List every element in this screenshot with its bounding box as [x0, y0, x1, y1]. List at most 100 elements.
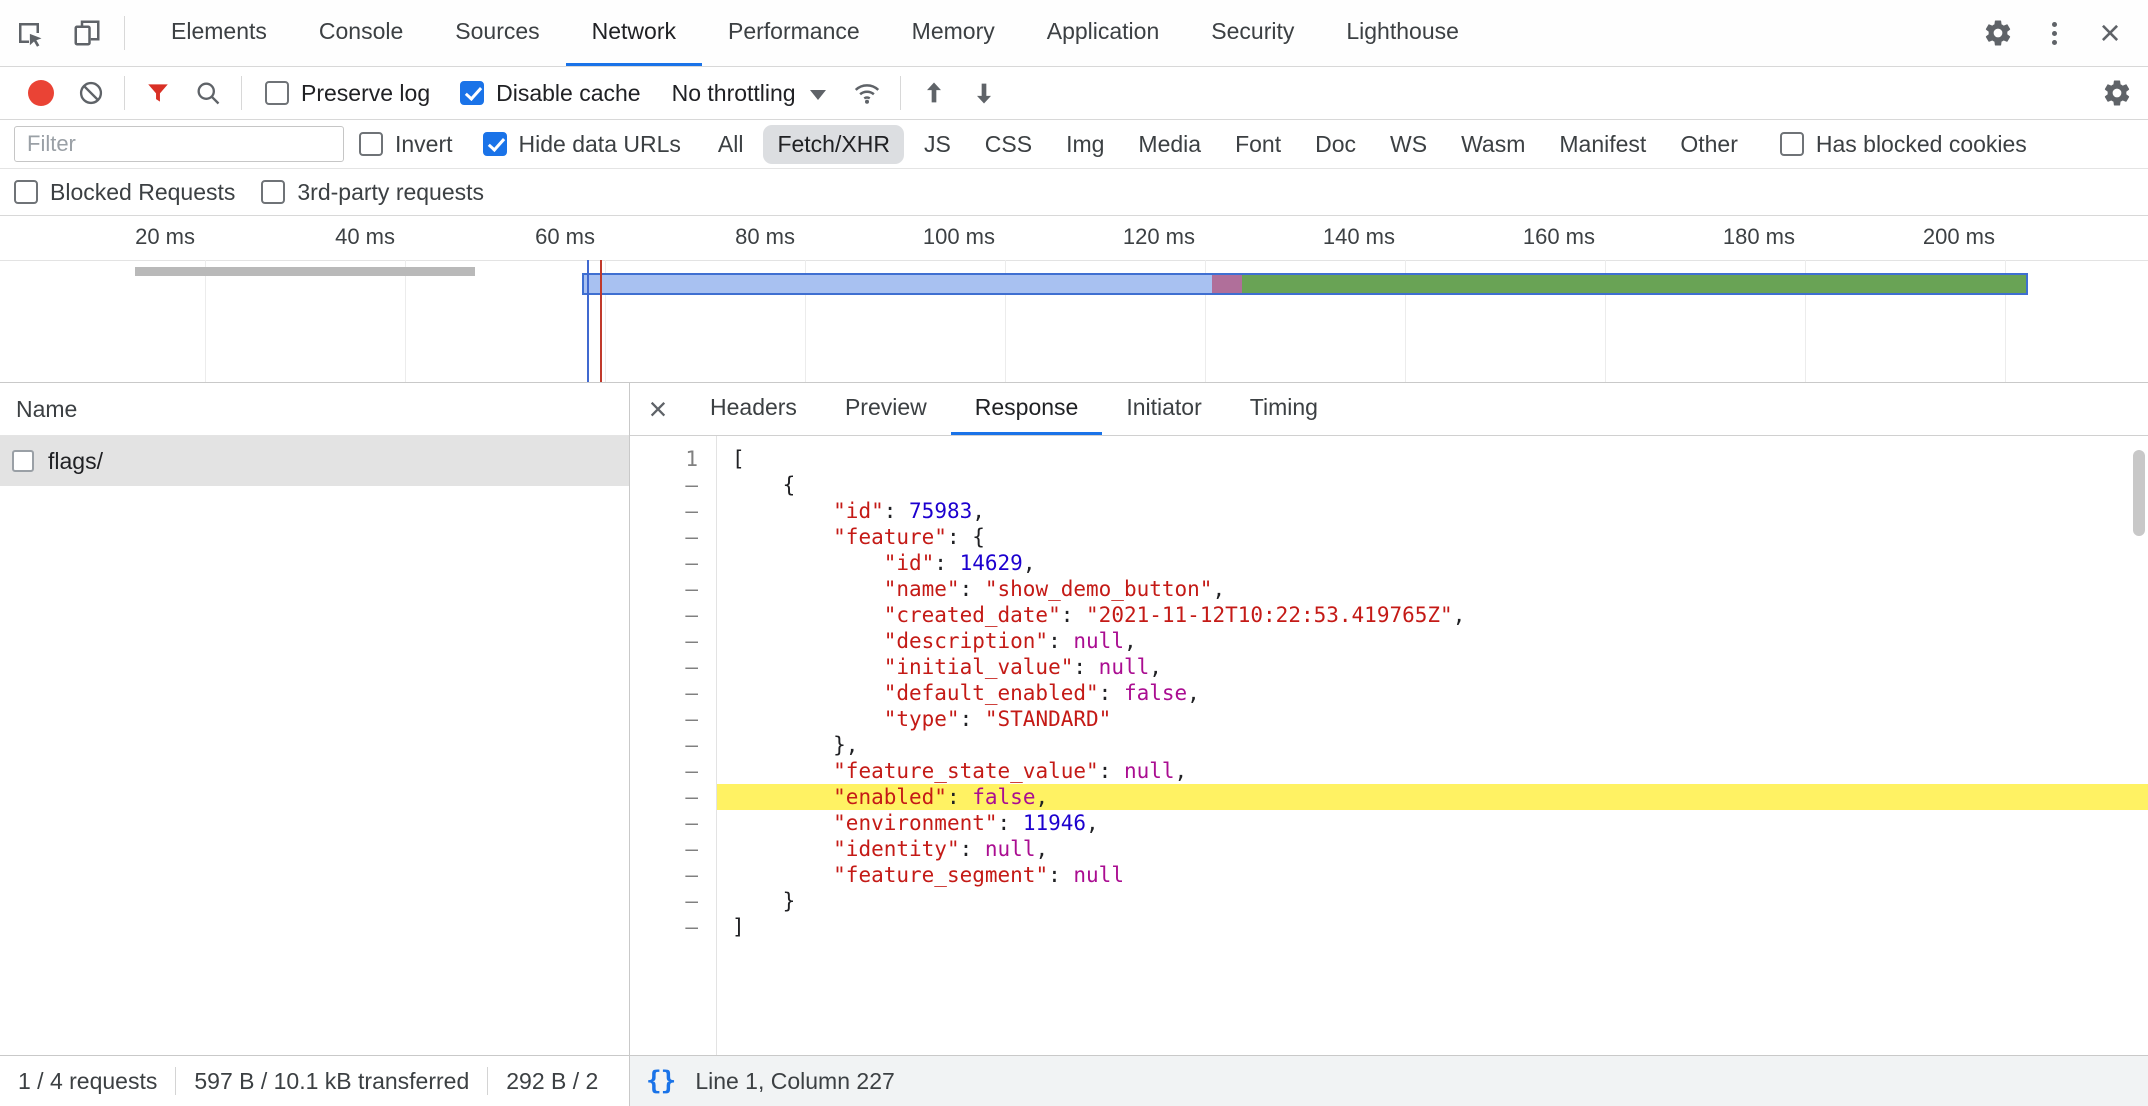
token: [732, 551, 884, 575]
filter-chip-all[interactable]: All: [704, 125, 758, 164]
detail-tab-timing[interactable]: Timing: [1226, 383, 1342, 435]
tab-performance[interactable]: Performance: [702, 0, 886, 66]
response-scrollbar-thumb[interactable]: [2133, 450, 2145, 536]
network-conditions-button[interactable]: [842, 67, 892, 119]
throttling-select[interactable]: No throttling: [672, 80, 826, 107]
filter-chip-other[interactable]: Other: [1666, 125, 1752, 164]
close-devtools-button[interactable]: ×: [2082, 15, 2138, 51]
token: :: [1048, 863, 1073, 887]
tab-network[interactable]: Network: [566, 0, 702, 66]
import-har-button[interactable]: [909, 67, 959, 119]
filter-chip-media[interactable]: Media: [1124, 125, 1215, 164]
code-line: –]: [630, 914, 2148, 940]
line-content: }: [716, 888, 2148, 914]
response-view: 1[– {– "id": 75983,– "feature": {– "id":…: [630, 436, 2148, 1055]
third-party-requests-checkbox[interactable]: 3rd-party requests: [261, 179, 484, 206]
export-icon: [970, 79, 998, 107]
filter-chip-fetch-xhr[interactable]: Fetch/XHR: [763, 125, 903, 164]
filter-chip-doc[interactable]: Doc: [1301, 125, 1370, 164]
detail-tab-initiator[interactable]: Initiator: [1102, 383, 1225, 435]
request-detail-pane: × HeadersPreviewResponseInitiatorTiming …: [630, 383, 2148, 1055]
token: ,: [1149, 655, 1162, 679]
token: ,: [1086, 811, 1099, 835]
record-button[interactable]: [16, 67, 66, 119]
token: "feature_segment": [833, 863, 1048, 887]
code-line: – "type": "STANDARD": [630, 706, 2148, 732]
inspect-button[interactable]: [0, 0, 58, 66]
timeline-tick-label: 120 ms: [1045, 224, 1195, 250]
filter-chip-wasm[interactable]: Wasm: [1447, 125, 1539, 164]
waterfall-segment: [1212, 275, 1242, 293]
code-line: – "initial_value": null,: [630, 654, 2148, 680]
filter-toggle-button[interactable]: [133, 67, 183, 119]
tab-console[interactable]: Console: [293, 0, 429, 66]
checkbox-label: Blocked Requests: [50, 179, 235, 206]
line-number: –: [630, 498, 716, 524]
tab-security[interactable]: Security: [1185, 0, 1320, 66]
timeline-overview[interactable]: 20 ms40 ms60 ms80 ms100 ms120 ms140 ms16…: [0, 216, 2148, 383]
pretty-print-button[interactable]: {}: [646, 1066, 675, 1096]
requests-list-empty-area: [0, 486, 629, 1055]
invert-checkbox[interactable]: Invert: [359, 131, 453, 158]
filter-chip-ws[interactable]: WS: [1376, 125, 1441, 164]
disable-cache-checkbox[interactable]: Disable cache: [460, 80, 640, 107]
export-har-button[interactable]: [959, 67, 1009, 119]
has-blocked-cookies-checkbox[interactable]: Has blocked cookies: [1780, 131, 2027, 158]
detail-tab-bar: × HeadersPreviewResponseInitiatorTiming: [630, 383, 2148, 436]
filter-chip-css[interactable]: CSS: [971, 125, 1046, 164]
network-conditions-icon: [852, 78, 882, 108]
code-line: – "identity": null,: [630, 836, 2148, 862]
detail-tab-preview[interactable]: Preview: [821, 383, 951, 435]
column-header-name[interactable]: Name: [0, 383, 629, 436]
checkbox-label: Disable cache: [496, 80, 640, 107]
tab-application[interactable]: Application: [1021, 0, 1186, 66]
close-detail-button[interactable]: ×: [630, 383, 686, 435]
tab-lighthouse[interactable]: Lighthouse: [1320, 0, 1485, 66]
filter-chip-img[interactable]: Img: [1052, 125, 1118, 164]
token: :: [1061, 603, 1086, 627]
requests-count: 1 / 4 requests: [18, 1068, 157, 1095]
waterfall-bar-request-flags[interactable]: [582, 273, 2028, 295]
waterfall-bar-request-1[interactable]: [135, 267, 475, 276]
filter-chip-js[interactable]: JS: [910, 125, 965, 164]
token: null: [1073, 863, 1124, 887]
settings-button[interactable]: [1970, 18, 2026, 48]
cursor-position: Line 1, Column 227: [695, 1068, 894, 1095]
clear-button[interactable]: [66, 67, 116, 119]
timeline-event-line: [600, 260, 602, 382]
blocked-requests-checkbox[interactable]: Blocked Requests: [14, 179, 235, 206]
preserve-log-checkbox[interactable]: Preserve log: [265, 80, 430, 107]
network-settings-button[interactable]: [2086, 67, 2148, 119]
tab-memory[interactable]: Memory: [886, 0, 1021, 66]
code-line: – "enabled": false,: [630, 784, 2148, 810]
device-toolbar-button[interactable]: [58, 0, 116, 66]
detail-tab-response[interactable]: Response: [951, 383, 1103, 435]
line-content: "description": null,: [716, 628, 2148, 654]
token: }: [732, 889, 795, 913]
line-number: –: [630, 914, 716, 940]
filter-input[interactable]: [14, 126, 344, 162]
line-number: –: [630, 680, 716, 706]
filter-chip-manifest[interactable]: Manifest: [1545, 125, 1660, 164]
token: "show_demo_button": [985, 577, 1213, 601]
hide-data-urls-checkbox[interactable]: Hide data URLs: [483, 131, 681, 158]
line-content: [: [716, 446, 2148, 472]
more-options-button[interactable]: [2026, 31, 2082, 36]
search-button[interactable]: [183, 67, 233, 119]
token: [732, 603, 884, 627]
code-line: – "default_enabled": false,: [630, 680, 2148, 706]
detail-tab-headers[interactable]: Headers: [686, 383, 821, 435]
token: "feature": [833, 525, 947, 549]
timeline-gridline: [205, 260, 206, 382]
token: [732, 811, 833, 835]
timeline-tick-label: 100 ms: [845, 224, 995, 250]
token: [732, 655, 884, 679]
code-line: – "id": 14629,: [630, 550, 2148, 576]
tab-sources[interactable]: Sources: [429, 0, 565, 66]
tab-elements[interactable]: Elements: [145, 0, 293, 66]
token: "created_date": [884, 603, 1061, 627]
line-content: "identity": null,: [716, 836, 2148, 862]
filter-chip-font[interactable]: Font: [1221, 125, 1295, 164]
request-row-flags[interactable]: flags/: [0, 436, 629, 486]
line-content: "enabled": false,: [716, 784, 2148, 810]
